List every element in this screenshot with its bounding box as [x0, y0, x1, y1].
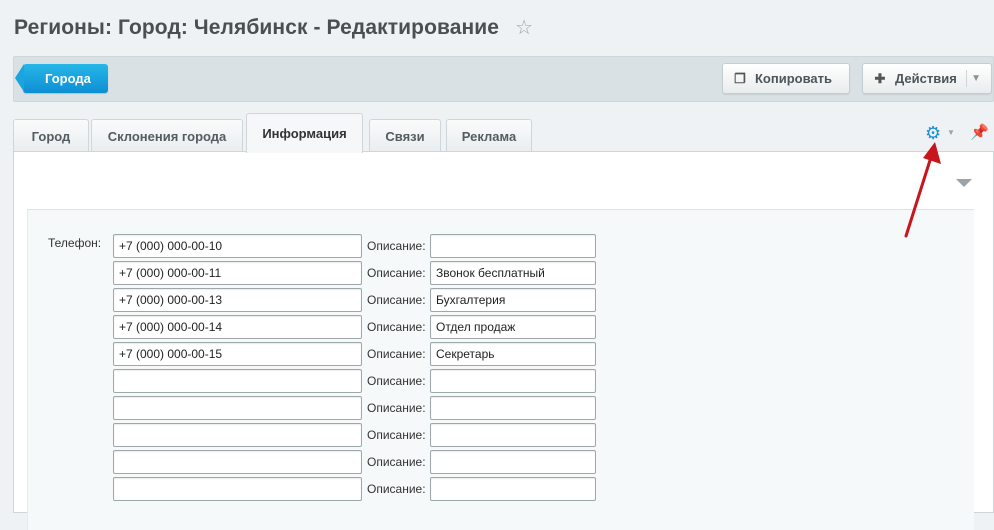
description-label: Описание: — [367, 293, 426, 307]
description-input[interactable] — [430, 396, 596, 420]
phone-input[interactable] — [113, 477, 362, 501]
description-label: Описание: — [367, 374, 426, 388]
phone-input[interactable]: +7 (000) 000-00-15 — [113, 342, 362, 366]
annotation-arrow — [904, 142, 941, 238]
pin-icon[interactable]: 📌 — [970, 123, 989, 141]
chevron-down-icon[interactable]: ▼ — [947, 128, 955, 137]
phone-input[interactable]: +7 (000) 000-00-14 — [113, 315, 362, 339]
description-label: Описание: — [367, 320, 426, 334]
description-label: Описание: — [367, 482, 426, 496]
description-input[interactable] — [430, 423, 596, 447]
star-icon[interactable]: ☆ — [515, 18, 533, 38]
chevron-down-icon[interactable]: ▼ — [971, 73, 981, 84]
collapse-icon[interactable] — [956, 179, 972, 187]
form-panel: Телефон: +7 (000) 000-00-10 Описание: +7 (… — [13, 151, 994, 530]
title-row: Регионы: Город: Челябинск - Редактирован… — [14, 14, 533, 42]
description-input[interactable]: Отдел продаж — [430, 315, 596, 339]
description-input[interactable] — [430, 369, 596, 393]
description-label: Описание: — [367, 266, 426, 280]
plus-icon: ✚ — [874, 70, 886, 86]
description-input[interactable] — [430, 234, 596, 258]
phone-input[interactable] — [113, 423, 362, 447]
divider — [965, 70, 967, 87]
back-to-cities-button[interactable]: Города — [15, 64, 108, 93]
description-label: Описание: — [367, 428, 426, 442]
phone-input[interactable] — [113, 450, 362, 474]
description-label: Описание: — [367, 347, 426, 361]
tab-information[interactable]: Информация — [246, 113, 363, 153]
tab-bar: Город Склонения города Информация Связи … — [13, 113, 994, 153]
description-input[interactable]: Секретарь — [430, 342, 596, 366]
page-title: Регионы: Город: Челябинск - Редактирован… — [14, 16, 500, 39]
tab-advertising[interactable]: Реклама — [446, 119, 532, 152]
phone-input[interactable]: +7 (000) 000-00-11 — [113, 261, 362, 285]
actions-button[interactable]: ✚ Действия ▼ — [862, 63, 992, 94]
description-label: Описание: — [367, 455, 426, 469]
copy-button-label: Копировать — [755, 71, 833, 86]
phones-section: Телефон: +7 (000) 000-00-10 Описание: +7 (… — [27, 209, 974, 530]
description-input[interactable] — [430, 450, 596, 474]
tab-declensions[interactable]: Склонения города — [91, 119, 243, 152]
copy-icon: ❐ — [734, 70, 746, 86]
tab-city[interactable]: Город — [13, 119, 89, 152]
tab-links[interactable]: Связи — [369, 119, 441, 152]
description-input[interactable]: Бухгалтерия — [430, 288, 596, 312]
actions-button-label: Действия — [895, 71, 957, 86]
description-label: Описание: — [367, 239, 426, 253]
phone-label: Телефон: — [48, 236, 102, 250]
phone-input[interactable]: +7 (000) 000-00-13 — [113, 288, 362, 312]
description-input[interactable]: Звонок бесплатный — [430, 261, 596, 285]
description-input[interactable] — [430, 477, 596, 501]
phone-input[interactable] — [113, 396, 362, 420]
toolbar: Города ❐ Копировать ✚ Действия ▼ — [13, 56, 994, 102]
description-label: Описание: — [367, 401, 426, 415]
copy-button[interactable]: ❐ Копировать — [722, 63, 850, 94]
phone-input[interactable]: +7 (000) 000-00-10 — [113, 234, 362, 258]
phone-input[interactable] — [113, 369, 362, 393]
